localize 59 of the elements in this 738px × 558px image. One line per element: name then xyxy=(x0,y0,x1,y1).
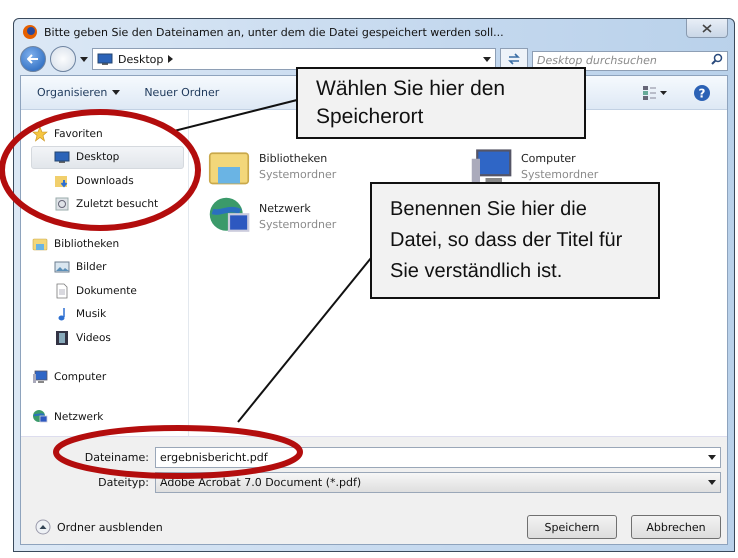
sidebar-item[interactable]: Favoriten xyxy=(31,122,184,146)
sidebar-item[interactable]: Computer xyxy=(31,366,184,389)
callout-text: Wählen Sie hier den Speicherort xyxy=(296,67,586,139)
sidebar-item[interactable]: Desktop xyxy=(31,146,184,169)
collapse-up-icon xyxy=(35,519,51,535)
star-icon xyxy=(32,126,48,142)
view-options-icon[interactable] xyxy=(643,86,667,100)
sidebar-item[interactable]: Downloads xyxy=(31,169,184,192)
sidebar-item[interactable]: Dokumente xyxy=(31,279,184,302)
document-icon xyxy=(54,282,70,299)
help-button[interactable]: ? xyxy=(693,84,711,102)
network-globe-icon xyxy=(32,408,48,425)
filename-label: Dateiname: xyxy=(84,451,150,464)
dropdown-caret-icon xyxy=(112,90,120,95)
filename-field[interactable]: ergebnisbericht.pdf xyxy=(155,447,721,468)
sidebar-item[interactable]: Musik xyxy=(31,302,184,326)
sidebar-item[interactable]: Bilder xyxy=(31,256,184,279)
filetype-dropdown[interactable]: Adobe Acrobat 7.0 Document (*.pdf) xyxy=(155,472,721,493)
item-name[interactable]: Computer xyxy=(521,151,598,167)
refresh-arrows-icon xyxy=(507,53,521,65)
toolbar-button[interactable]: Organisieren xyxy=(37,86,120,99)
library-folder-icon xyxy=(32,236,48,252)
history-caret-icon xyxy=(80,56,88,62)
sidebar-item[interactable]: Bibliotheken xyxy=(31,232,184,256)
item-type: Systemordner xyxy=(259,167,336,183)
sidebar-item[interactable]: Zuletzt besucht xyxy=(31,192,184,216)
hide-folders-toggle[interactable]: Ordner ausblenden xyxy=(35,519,163,535)
left-arrow-icon xyxy=(27,54,39,64)
dialog-button[interactable]: Speichern xyxy=(527,515,617,539)
dialog-button[interactable]: Abbrechen xyxy=(631,515,721,539)
filetype-label: Dateityp: xyxy=(97,476,150,489)
window-title: Bitte geben Sie den Dateinamen an, unter dem die Datei gespeichert werden soll... xyxy=(44,26,505,38)
toolbar-button[interactable]: Neuer Ordner xyxy=(144,86,220,99)
address-bar[interactable]: Desktop xyxy=(92,48,496,70)
forward-button[interactable] xyxy=(50,46,76,72)
breadcrumb-item[interactable]: Desktop xyxy=(118,52,164,66)
back-button[interactable] xyxy=(20,46,46,72)
item-type: Systemordner xyxy=(521,167,598,183)
dropdown-caret-icon xyxy=(708,455,716,460)
computer-icon xyxy=(32,369,48,386)
item-name[interactable]: Netzwerk xyxy=(259,201,336,217)
sidebar-item[interactable]: Netzwerk xyxy=(31,405,184,428)
close-button[interactable] xyxy=(686,19,728,38)
picture-icon xyxy=(54,259,70,276)
search-field[interactable]: Desktop durchsuchen xyxy=(532,50,728,70)
callout-text: Benennen Sie hier die Datei, so dass der Titel für Sie verständlich ist. xyxy=(370,182,660,299)
address-caret-icon xyxy=(483,56,491,62)
monitor-icon xyxy=(54,149,70,166)
chevron-right-icon xyxy=(168,55,174,63)
dropdown-caret-icon xyxy=(708,480,716,485)
film-icon xyxy=(54,330,70,346)
sidebar-item[interactable]: Videos xyxy=(31,326,184,350)
item-type: Systemordner xyxy=(259,217,336,233)
item-name[interactable]: Bibliotheken xyxy=(259,151,336,167)
monitor-icon xyxy=(97,51,113,67)
search-icon xyxy=(711,53,723,65)
close-icon xyxy=(702,24,712,32)
recent-places-icon xyxy=(54,196,70,212)
browser-logo-icon xyxy=(22,24,38,40)
